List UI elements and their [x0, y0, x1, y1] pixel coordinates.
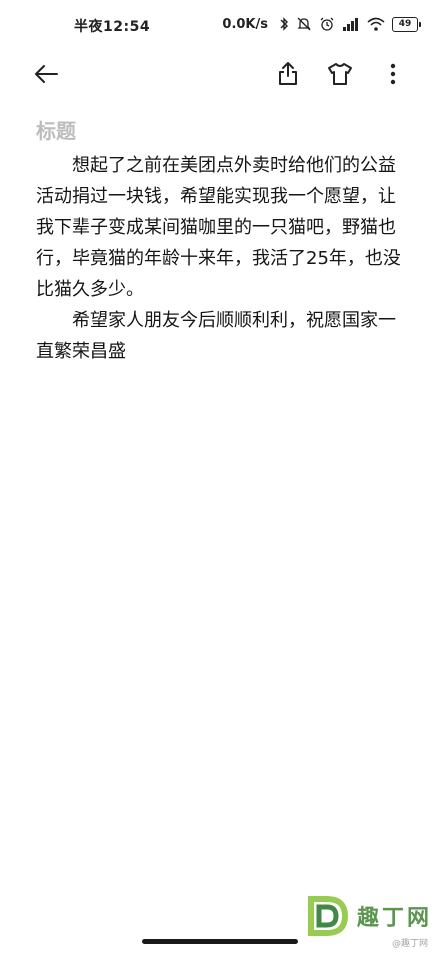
alarm-icon — [319, 16, 335, 32]
note-body-editor[interactable]: 想起了之前在美团点外卖时给他们的公益活动捐过一块钱，希望能实现我一个愿望，让我下… — [36, 150, 406, 367]
more-button[interactable] — [375, 56, 411, 92]
watermark-logo-icon — [307, 896, 348, 936]
battery-icon: 49 — [392, 16, 421, 32]
status-bar: 半夜12:54 0.0K/s 49 — [0, 0, 440, 48]
watermark-brand: 趣丁网 — [356, 905, 432, 931]
mute-icon — [296, 16, 312, 32]
note-toolbar — [0, 52, 440, 96]
back-arrow-icon — [35, 65, 58, 83]
note-paragraph: 希望家人朋友今后顺顺利利，祝愿国家一直繁荣昌盛 — [36, 310, 396, 362]
theme-button[interactable] — [322, 56, 358, 92]
watermark-handle: @趣丁网 — [391, 939, 428, 949]
more-vertical-icon — [390, 63, 396, 85]
watermark: 趣丁网 @趣丁网 — [305, 893, 432, 949]
note-title-field[interactable]: 标题 — [36, 115, 76, 144]
network-speed: 0.0K/s — [222, 16, 268, 32]
home-indicator[interactable] — [142, 939, 298, 944]
wifi-icon — [367, 17, 385, 31]
note-paragraph: 想起了之前在美团点外卖时给他们的公益活动捐过一块钱，希望能实现我一个愿望，让我下… — [36, 155, 401, 300]
back-button[interactable] — [28, 56, 64, 92]
theme-shirt-icon — [328, 63, 352, 85]
bluetooth-icon — [279, 16, 289, 32]
status-time: 半夜12:54 — [74, 19, 151, 35]
signal-icon — [342, 17, 360, 31]
share-icon — [279, 62, 297, 85]
status-icons: 0.0K/s 49 — [222, 14, 421, 34]
share-button[interactable] — [270, 56, 306, 92]
